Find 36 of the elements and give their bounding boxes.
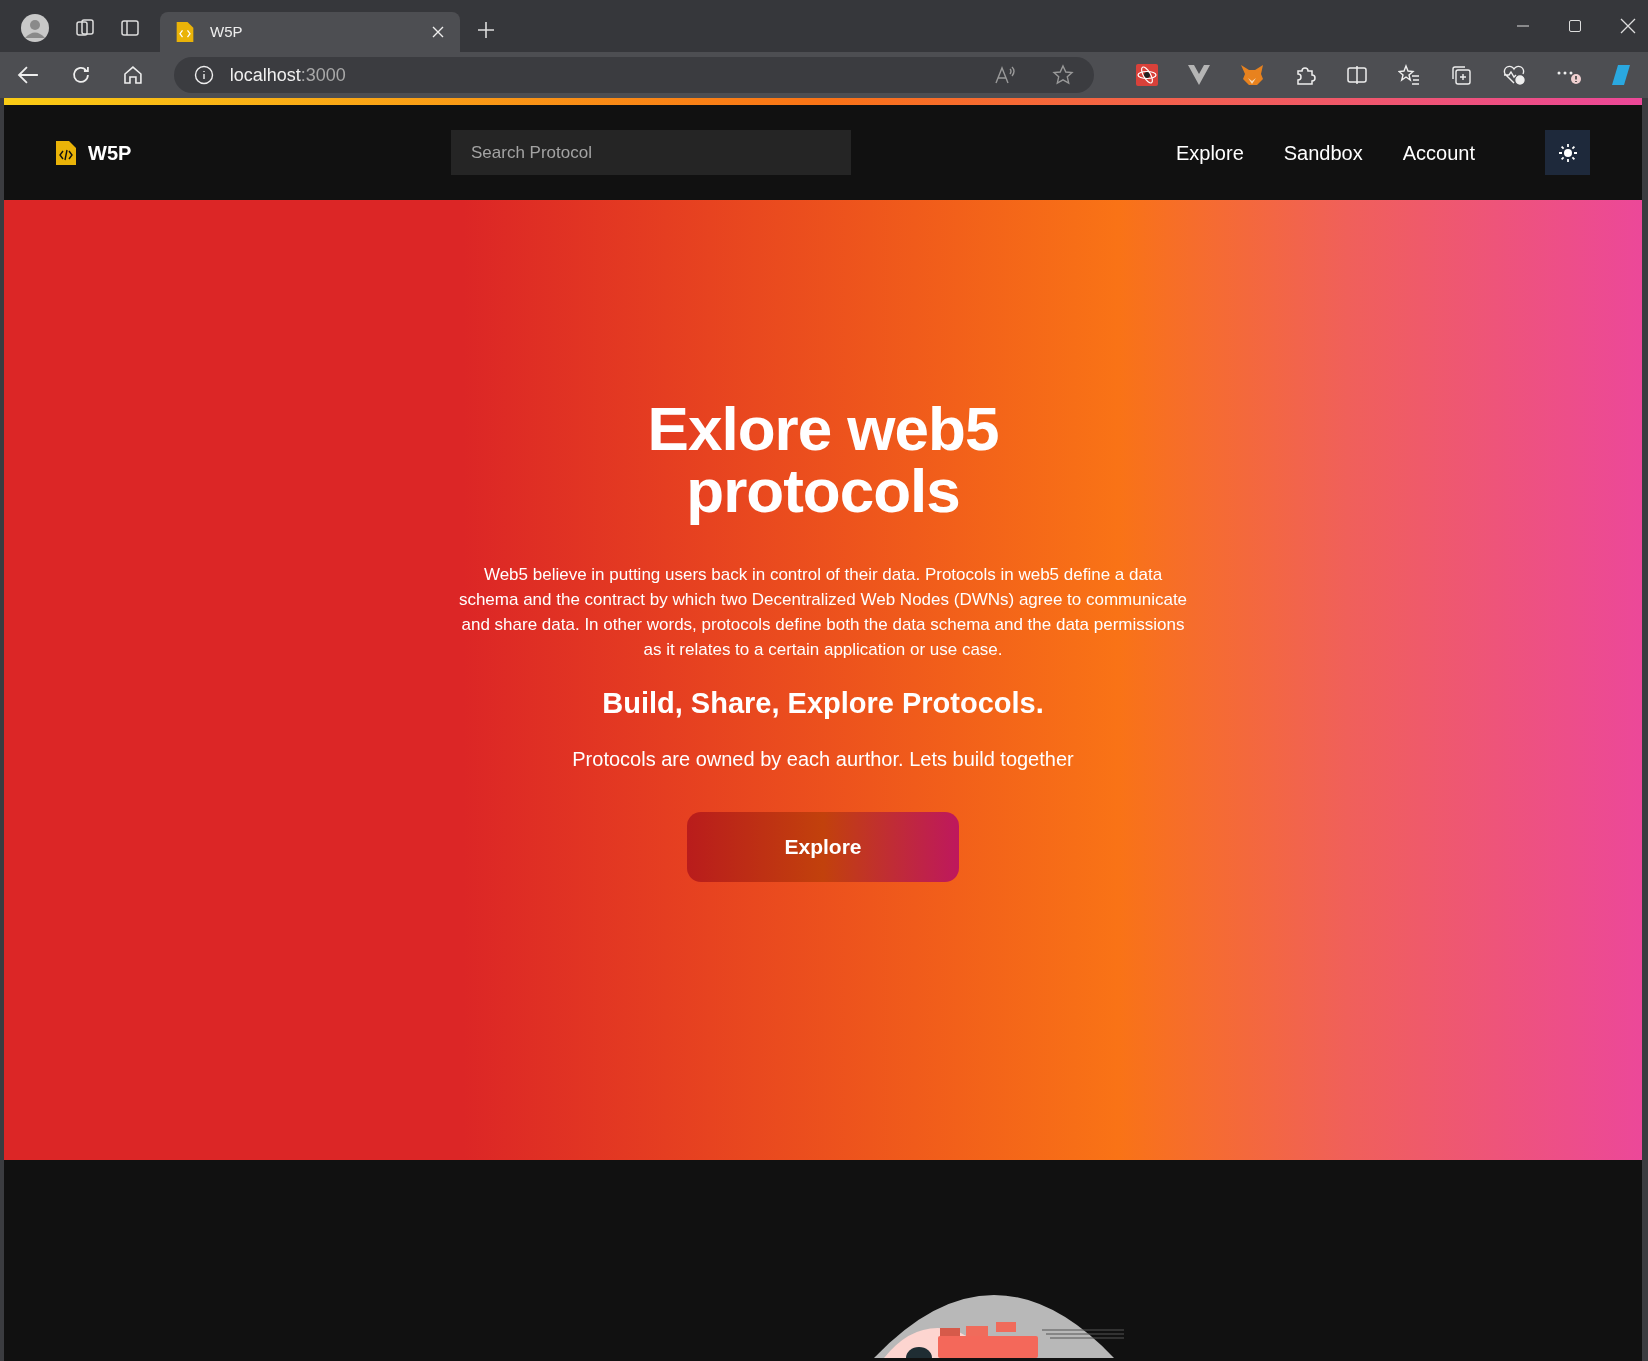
theme-toggle-button[interactable] (1545, 130, 1590, 175)
new-tab-icon[interactable] (476, 20, 496, 40)
close-icon[interactable] (432, 26, 444, 38)
collections-icon[interactable] (1450, 64, 1472, 86)
profile-icon[interactable] (20, 13, 50, 43)
star-icon[interactable] (1052, 64, 1074, 86)
read-aloud-icon[interactable] (994, 65, 1016, 85)
explore-button[interactable]: Explore (687, 811, 959, 882)
nav-link[interactable]: Sandbox (1283, 137, 1363, 168)
maximize-icon[interactable] (1568, 19, 1582, 33)
file-code-icon (176, 22, 194, 42)
back-icon[interactable] (16, 64, 40, 86)
url-text: localhost:3000 (229, 63, 346, 87)
search-field[interactable]: Search Protocol (451, 130, 851, 175)
browser-tab[interactable]: W5P (160, 12, 460, 52)
tab-title: W5P (210, 21, 243, 42)
hero-subtitle: Build, Share, Explore Protocols. (602, 686, 1044, 721)
extension-icon[interactable] (1136, 64, 1158, 86)
nav-link[interactable]: Account (1402, 137, 1475, 168)
favorites-icon[interactable] (1398, 64, 1420, 86)
hero-tagline: Protocols are owned by each aurthor. Lets build together (572, 746, 1074, 772)
fox-icon[interactable] (1240, 64, 1264, 86)
split-screen-icon[interactable] (1346, 64, 1368, 86)
puzzle-icon[interactable] (1294, 64, 1316, 86)
hero-description: Web5 believe in putting users back in control of their data. Protocols in web5 define a data schema and the contract by which two Decentralized Web Nodes (DWNs) agree to communicate and share data. In other words, protocols define both the data schema and the data permissions as it relates to a certain application or use case. (457, 564, 1189, 661)
file-code-icon (56, 140, 76, 165)
workspaces-icon[interactable] (74, 17, 96, 39)
address-bar[interactable]: localhost:3000 (173, 57, 1094, 93)
sun-icon (1557, 142, 1578, 163)
health-icon[interactable] (1502, 64, 1526, 86)
nav-link[interactable]: Explore (1175, 137, 1244, 168)
home-icon[interactable] (121, 64, 144, 86)
tab-panel-icon[interactable] (120, 18, 140, 38)
logo-text[interactable]: W5P (88, 137, 132, 168)
close-icon[interactable] (1620, 18, 1636, 34)
info-icon (193, 65, 214, 85)
